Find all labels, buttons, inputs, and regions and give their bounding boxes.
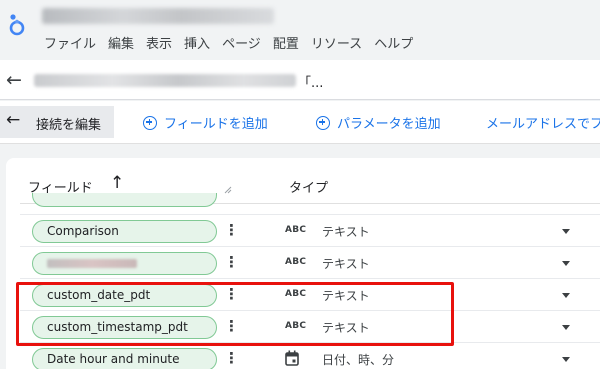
add-field-button[interactable]: フィールドを追加 <box>143 113 268 132</box>
menu-file[interactable]: ファイル <box>44 33 96 52</box>
fields-toolbar: ← 接続を編集 フィールドを追加 パラメータを追加 メールアドレスでフ <box>0 101 600 144</box>
menu-help[interactable]: ヘルプ <box>374 33 413 52</box>
table-row: Comparison ⋮ ABC テキスト <box>20 216 600 247</box>
menu-view[interactable]: 表示 <box>146 33 172 52</box>
report-title-redacted[interactable] <box>42 8 274 24</box>
data-source-name-tail: 「... <box>298 76 324 91</box>
more-vert-icon[interactable]: ⋮ <box>224 221 239 240</box>
type-dropdown-icon[interactable] <box>562 229 570 234</box>
table-row <box>20 193 600 215</box>
field-type-label: 日付、時、分 <box>322 353 395 367</box>
sort-ascending-icon[interactable]: ↑ <box>110 173 124 193</box>
edit-connection-label: 接続を編集 <box>36 118 102 133</box>
field-name-pill[interactable]: custom_date_pdt <box>32 284 217 307</box>
add-circle-icon <box>143 115 157 130</box>
more-vert-icon[interactable]: ⋮ <box>224 253 239 272</box>
table-row: custom_timestamp_pdt ⋮ ABC テキスト <box>20 312 600 343</box>
table-row: custom_date_pdt ⋮ ABC テキスト <box>20 280 600 311</box>
data-source-bar: ← 「... <box>0 60 600 100</box>
field-name-pill[interactable]: Comparison <box>32 220 217 243</box>
field-name-pill[interactable] <box>32 193 217 207</box>
field-type-label: テキスト <box>322 289 370 303</box>
add-circle-icon <box>316 115 330 130</box>
looker-studio-logo[interactable] <box>8 12 26 38</box>
field-name-pill[interactable]: Date hour and minute <box>32 348 217 369</box>
edit-connection-button[interactable]: ← 接続を編集 <box>0 106 114 138</box>
text-type-icon: ABC <box>285 289 307 299</box>
data-source-name-redacted <box>34 74 296 87</box>
column-header-type: タイプ <box>289 181 329 196</box>
type-dropdown-icon[interactable] <box>562 357 570 362</box>
more-vert-icon[interactable]: ⋮ <box>224 285 239 304</box>
text-type-icon: ABC <box>285 225 307 235</box>
menu-page[interactable]: ページ <box>222 33 261 52</box>
app-header: ファイル 編集 表示 挿入 ページ 配置 リソース ヘルプ <box>0 0 600 58</box>
menu-resource[interactable]: リソース <box>311 33 362 52</box>
field-name-pill[interactable] <box>32 252 217 275</box>
menu-insert[interactable]: 挿入 <box>184 33 210 52</box>
field-type-label: テキスト <box>322 257 370 271</box>
field-type-label: テキスト <box>322 225 370 239</box>
type-dropdown-icon[interactable] <box>562 293 570 298</box>
menu-bar: ファイル 編集 表示 挿入 ページ 配置 リソース ヘルプ <box>44 33 425 52</box>
table-row: ⋮ ABC テキスト <box>20 248 600 279</box>
text-type-icon: ABC <box>285 321 307 331</box>
menu-edit[interactable]: 編集 <box>108 33 134 52</box>
email-filter-label: メールアドレスでフ <box>486 117 600 132</box>
back-arrow-icon[interactable]: ← <box>6 69 22 91</box>
field-name-pill[interactable]: custom_timestamp_pdt <box>32 316 217 339</box>
text-type-icon: ABC <box>285 257 307 267</box>
more-vert-icon[interactable]: ⋮ <box>224 349 239 368</box>
add-parameter-label: パラメータを追加 <box>337 117 441 132</box>
add-parameter-button[interactable]: パラメータを追加 <box>316 113 441 132</box>
email-filter-button[interactable]: メールアドレスでフ <box>486 113 600 132</box>
type-dropdown-icon[interactable] <box>562 261 570 266</box>
calendar-icon <box>285 350 299 366</box>
add-field-label: フィールドを追加 <box>164 117 268 132</box>
field-name-redacted <box>47 259 137 268</box>
field-type-label: テキスト <box>322 321 370 335</box>
table-row: Date hour and minute ⋮ 日付、時、分 <box>20 344 600 369</box>
type-dropdown-icon[interactable] <box>562 325 570 330</box>
fields-panel: フィールド ↑ タイプ Comparison ⋮ ABC テキスト ⋮ ABC … <box>6 158 600 369</box>
back-arrow-icon: ← <box>6 110 21 130</box>
column-resize-icon[interactable] <box>224 186 232 194</box>
menu-arrange[interactable]: 配置 <box>273 33 299 52</box>
more-vert-icon[interactable]: ⋮ <box>224 317 239 336</box>
